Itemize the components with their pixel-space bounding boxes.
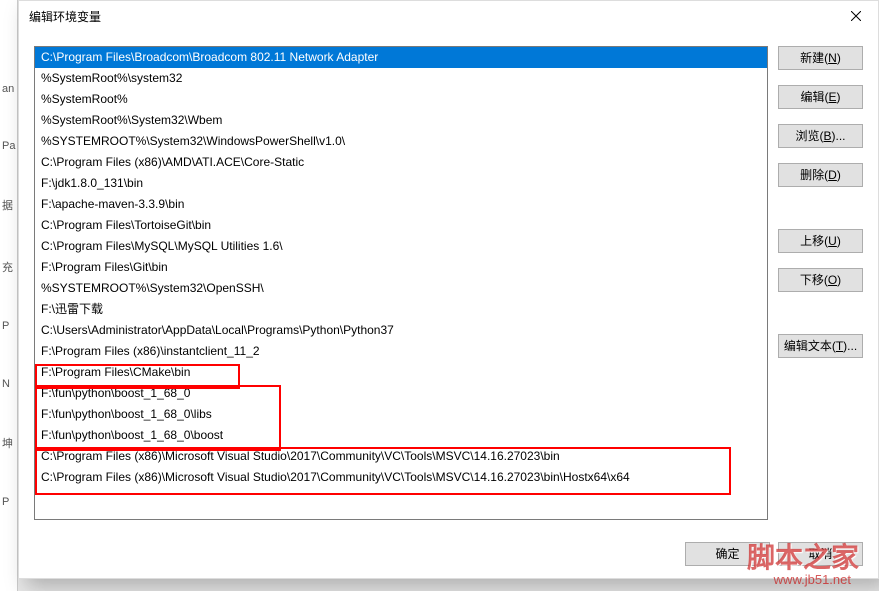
- list-item[interactable]: C:\Program Files\MySQL\MySQL Utilities 1…: [35, 236, 767, 257]
- titlebar: 编辑环境变量: [19, 1, 878, 31]
- move-down-button[interactable]: 下移(O): [778, 268, 863, 292]
- list-item[interactable]: %SYSTEMROOT%\System32\WindowsPowerShell\…: [35, 131, 767, 152]
- list-item[interactable]: F:\Program Files\Git\bin: [35, 257, 767, 278]
- browse-button[interactable]: 浏览(B)...: [778, 124, 863, 148]
- bg-fragment: P: [0, 496, 17, 508]
- bg-fragment: Pa: [0, 140, 17, 152]
- list-item[interactable]: F:\迅雷下载: [35, 299, 767, 320]
- list-item[interactable]: C:\Program Files (x86)\Microsoft Visual …: [35, 467, 767, 488]
- list-item[interactable]: C:\Program Files (x86)\Microsoft Visual …: [35, 446, 767, 467]
- delete-button[interactable]: 删除(D): [778, 163, 863, 187]
- cancel-button[interactable]: 取消: [778, 542, 863, 566]
- edit-button[interactable]: 编辑(E): [778, 85, 863, 109]
- list-item[interactable]: %SystemRoot%\System32\Wbem: [35, 110, 767, 131]
- list-item[interactable]: %SystemRoot%: [35, 89, 767, 110]
- list-item[interactable]: C:\Program Files\Broadcom\Broadcom 802.1…: [35, 47, 767, 68]
- bg-fragment: N: [0, 378, 17, 390]
- bg-fragment: 充: [0, 259, 17, 275]
- list-item[interactable]: F:\jdk1.8.0_131\bin: [35, 173, 767, 194]
- list-item[interactable]: C:\Program Files\TortoiseGit\bin: [35, 215, 767, 236]
- close-icon: [851, 11, 861, 21]
- list-item[interactable]: F:\fun\python\boost_1_68_0\boost: [35, 425, 767, 446]
- list-item[interactable]: F:\fun\python\boost_1_68_0: [35, 383, 767, 404]
- new-button[interactable]: 新建(N): [778, 46, 863, 70]
- list-item[interactable]: C:\Program Files (x86)\AMD\ATI.ACE\Core-…: [35, 152, 767, 173]
- edit-env-var-dialog: 编辑环境变量 C:\Program Files\Broadcom\Broadco…: [18, 0, 879, 579]
- bg-fragment: 据: [0, 197, 17, 213]
- list-item[interactable]: F:\apache-maven-3.3.9\bin: [35, 194, 767, 215]
- move-up-button[interactable]: 上移(U): [778, 229, 863, 253]
- path-listbox[interactable]: C:\Program Files\Broadcom\Broadcom 802.1…: [34, 46, 768, 520]
- dialog-title: 编辑环境变量: [29, 8, 101, 25]
- list-item[interactable]: F:\Program Files (x86)\instantclient_11_…: [35, 341, 767, 362]
- list-item[interactable]: C:\Users\Administrator\AppData\Local\Pro…: [35, 320, 767, 341]
- list-item[interactable]: %SystemRoot%\system32: [35, 68, 767, 89]
- list-item[interactable]: F:\Program Files\CMake\bin: [35, 362, 767, 383]
- list-item[interactable]: F:\fun\python\boost_1_68_0\libs: [35, 404, 767, 425]
- bg-fragment: an: [0, 83, 17, 95]
- bg-fragment: P: [0, 320, 17, 332]
- close-button[interactable]: [833, 1, 878, 31]
- edit-text-button[interactable]: 编辑文本(T)...: [778, 334, 863, 358]
- bg-fragment: 坤: [0, 435, 17, 451]
- ok-button[interactable]: 确定: [685, 542, 770, 566]
- list-item[interactable]: %SYSTEMROOT%\System32\OpenSSH\: [35, 278, 767, 299]
